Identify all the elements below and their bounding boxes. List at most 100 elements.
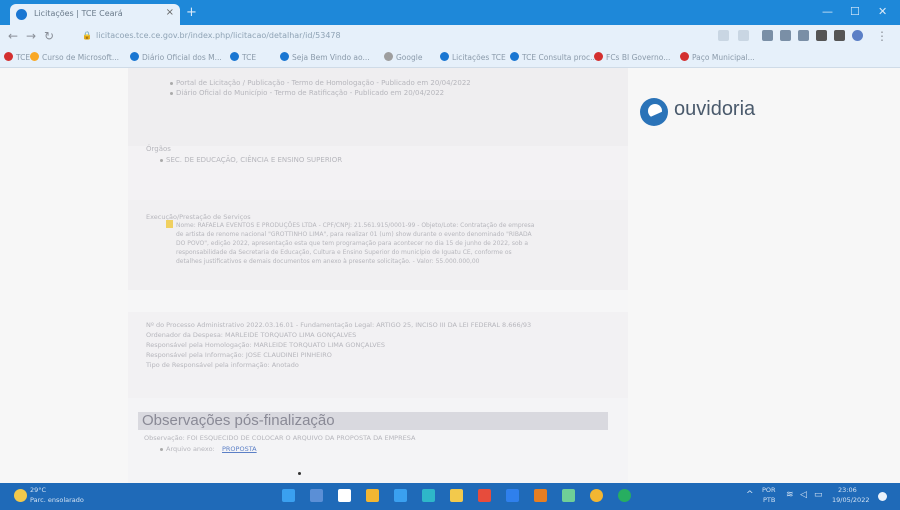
taskbar-app-icon[interactable] [590,489,603,502]
bookmark-item[interactable]: TCE [4,52,30,62]
pointer-dot-icon [298,472,301,475]
taskbar-app-icon[interactable] [394,489,407,502]
bookmark-item[interactable]: TCE Consulta proc... [510,52,597,62]
ouvidoria-logo-icon [640,98,668,126]
bookmark-favicon-icon [4,52,13,61]
chevron-up-icon[interactable]: ^ [746,490,754,500]
minimize-icon[interactable]: — [822,5,833,18]
weather-temp[interactable]: 29°C [30,486,46,494]
bookmark-item[interactable]: Diário Oficial dos M... [130,52,222,62]
attachment-link[interactable]: PROPOSTA [222,445,257,453]
document-icon [166,220,173,228]
taskbar-app-icon[interactable] [366,489,379,502]
notifications-icon[interactable] [878,492,887,501]
tab-title: Licitações | TCE Ceará [34,9,123,18]
extension-icon[interactable] [816,30,827,41]
close-window-icon[interactable]: ✕ [878,5,887,18]
extension-icon[interactable] [780,30,791,41]
observacoes-title: Observações pós-finalização [142,412,335,429]
ouvidoria-logo[interactable]: ouvidoria [640,96,780,132]
bookmarks-bar: TCE Curso de Microsoft... Diário Oficial d… [0,48,900,68]
address-toolbar: ← → ↻ 🔒 licitacoes.tce.ce.gov.br/index.p… [0,25,900,48]
tce-favicon-icon [16,9,27,20]
profile-avatar-icon[interactable] [852,30,863,41]
star-icon[interactable] [738,30,749,41]
forward-icon[interactable]: → [26,29,36,43]
taskbar-app-icon[interactable] [450,489,463,502]
taskbar-app-icon[interactable] [618,489,631,502]
attachment-label: Arquivo anexo: [166,445,215,453]
bookmark-favicon-icon [30,52,39,61]
extension-icon[interactable] [762,30,773,41]
bookmark-label: Seja Bem Vindo ao... [292,53,370,62]
execucao-text-line: de artista de renome nacional "GROTTINHO… [176,231,532,238]
browser-tab[interactable]: Licitações | TCE Ceará × [10,4,180,25]
bookmark-label: Google [396,53,423,62]
volume-icon[interactable]: ◁ [800,490,807,500]
execucao-text-line: detalhes justificativos e demais documen… [176,258,480,265]
orgaos-item: SEC. DE EDUCAÇÃO, CIÊNCIA E ENSINO SUPER… [166,156,343,164]
bookmark-favicon-icon [510,52,519,61]
start-button-icon[interactable] [282,489,295,502]
weather-desc[interactable]: Parc. ensolarado [30,496,84,504]
taskbar-app-icon[interactable] [562,489,575,502]
execucao-label: Execução/Prestação de Serviços [146,213,251,221]
wifi-icon[interactable]: ≋ [786,490,794,500]
bookmark-label: TCE [16,53,31,62]
bookmark-favicon-icon [130,52,139,61]
bookmark-label: TCE Consulta proc... [522,53,598,62]
bookmark-favicon-icon [680,52,689,61]
reload-icon[interactable]: ↻ [44,29,54,43]
publication-line: Portal de Licitação / Publicação - Termo… [176,79,471,87]
bookmark-item[interactable]: Curso de Microsoft... [30,52,119,62]
observacoes-header: Observações pós-finalização [138,412,608,430]
taskbar-app-icon[interactable] [506,489,519,502]
back-icon[interactable]: ← [8,29,18,43]
bookmark-item[interactable]: Paço Municipal... [680,52,755,62]
share-icon[interactable] [718,30,729,41]
address-bar[interactable]: 🔒 licitacoes.tce.ce.gov.br/index.php/lic… [82,28,502,45]
bookmark-favicon-icon [440,52,449,61]
execucao-text-line: Nome: RAFAELA EVENTOS E PRODUÇÕES LTDA -… [176,222,535,229]
extension-icon[interactable] [798,30,809,41]
orgaos-panel [128,146,628,200]
bookmark-label: FCs BI Governo... [606,53,671,62]
close-tab-icon[interactable]: × [166,7,174,18]
language-indicator[interactable]: POR [762,486,776,494]
taskbar-app-icon[interactable] [422,489,435,502]
bookmark-item[interactable]: Licitações TCE [440,52,506,62]
taskbar-app-icon[interactable] [310,489,323,502]
sidebar-icon[interactable] [834,30,845,41]
bookmark-item[interactable]: Google [384,52,422,62]
taskbar-app-icon[interactable] [534,489,547,502]
bookmark-label: Paço Municipal... [692,53,755,62]
bullet-icon [170,82,173,85]
clock-date[interactable]: 19/05/2022 [832,496,869,504]
windows-taskbar: 29°C Parc. ensolarado ^ POR PTB ≋ ◁ ▭ 23… [0,483,900,510]
clock-time[interactable]: 23:06 [838,486,857,494]
bookmark-label: Licitações TCE [452,53,506,62]
taskbar-app-icon[interactable] [478,489,491,502]
processo-line: Ordenador da Despesa: MARLEIDE TORQUATO … [146,331,357,339]
battery-icon[interactable]: ▭ [814,490,823,500]
bullet-icon [160,159,163,162]
bookmark-favicon-icon [230,52,239,61]
bookmark-item[interactable]: Seja Bem Vindo ao... [280,52,370,62]
bullet-icon [160,448,163,451]
maximize-icon[interactable]: ☐ [850,5,860,18]
browser-title-bar: Licitações | TCE Ceará × + — ☐ ✕ [0,0,900,25]
keyboard-layout[interactable]: PTB [763,496,775,504]
execucao-text-line: responsabilidade da Secretaria de Educaç… [176,249,512,256]
menu-icon[interactable]: ⋮ [876,29,888,43]
url-text[interactable]: licitacoes.tce.ce.gov.br/index.php/licit… [96,31,341,40]
new-tab-button[interactable]: + [186,5,197,20]
bookmark-favicon-icon [280,52,289,61]
bookmark-label: TCE [242,53,257,62]
bookmark-item[interactable]: TCE [230,52,256,62]
orgaos-label: Órgãos [146,145,171,153]
processo-line: Nº do Processo Administrativo 2022.03.16… [146,321,532,329]
processo-line: Responsável pela Homologação: MARLEIDE T… [146,341,385,349]
weather-icon[interactable] [14,489,27,502]
bookmark-item[interactable]: FCs BI Governo... [594,52,670,62]
taskbar-app-icon[interactable] [338,489,351,502]
